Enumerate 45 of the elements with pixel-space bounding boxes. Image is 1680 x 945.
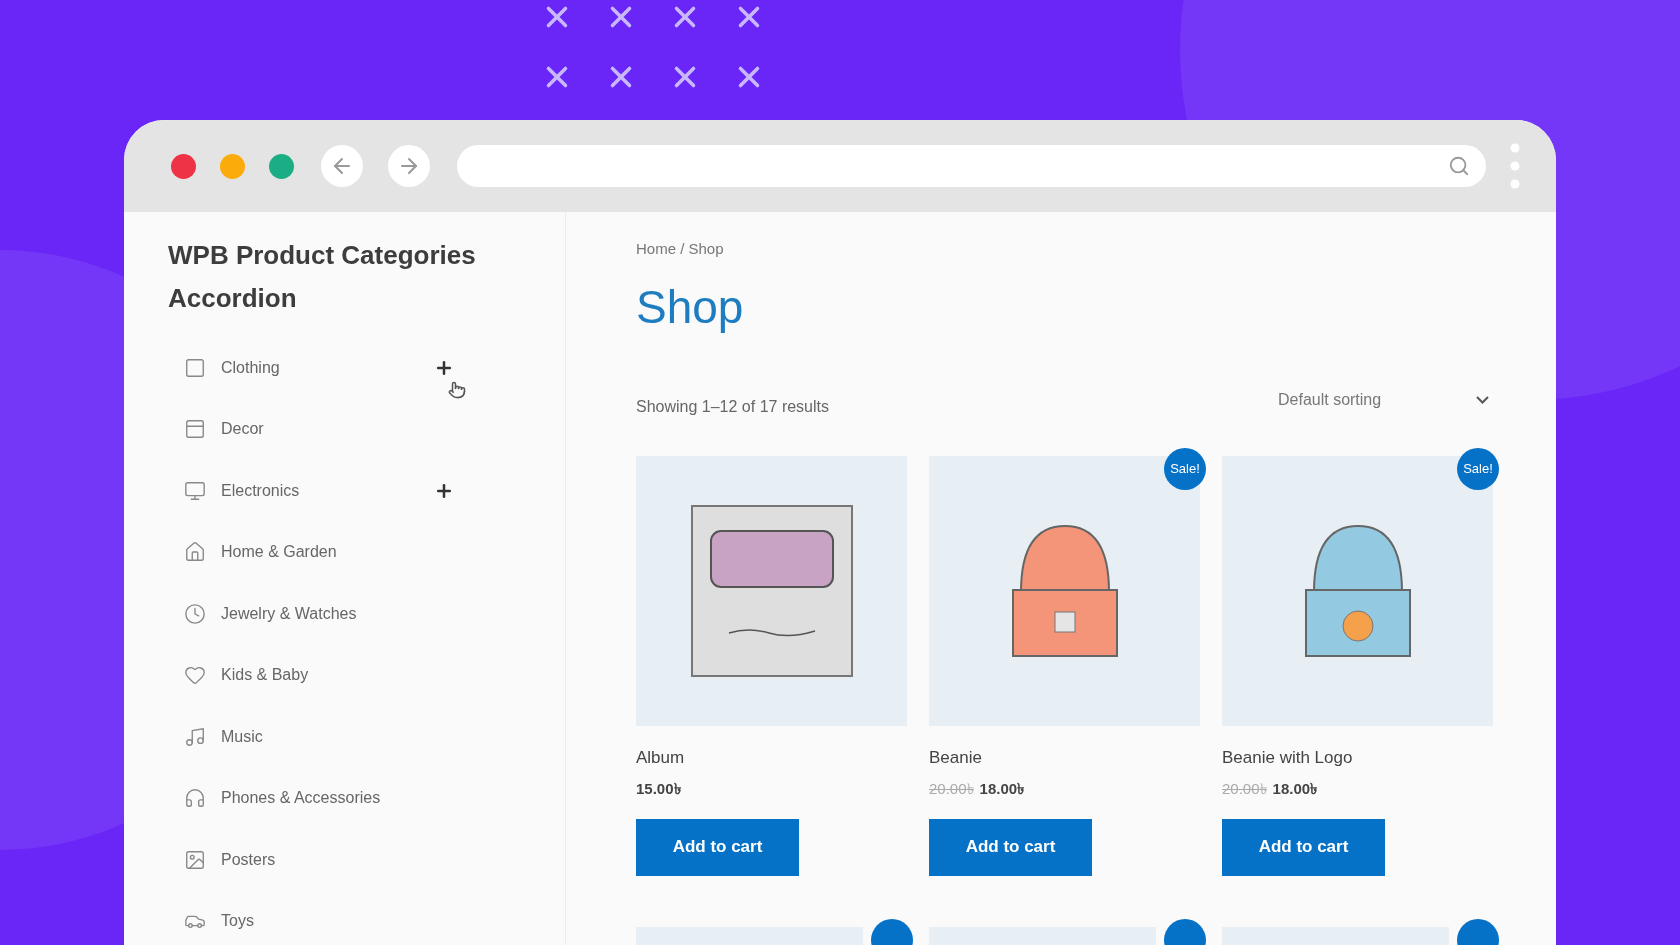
product-image[interactable] bbox=[636, 455, 907, 726]
regular-price: 20.00৳ bbox=[929, 779, 974, 799]
category-link[interactable]: Jewelry & Watches bbox=[221, 601, 357, 626]
category-link[interactable]: Decor bbox=[221, 417, 264, 442]
category-link[interactable]: Home & Garden bbox=[221, 540, 337, 565]
house-icon bbox=[184, 541, 206, 564]
forward-button[interactable] bbox=[388, 145, 430, 187]
sorting-dropdown[interactable]: Default sorting bbox=[1278, 387, 1493, 412]
category-link[interactable]: Electronics bbox=[221, 478, 300, 503]
hand-cursor-icon bbox=[448, 381, 466, 399]
product-name[interactable]: Beanie with Logo bbox=[1222, 744, 1493, 770]
heart-icon bbox=[184, 664, 206, 687]
product-image[interactable] bbox=[929, 455, 1200, 726]
picture-icon bbox=[184, 848, 206, 871]
cabinet-icon bbox=[184, 418, 206, 441]
category-link[interactable]: Posters bbox=[221, 847, 276, 872]
monitor-icon bbox=[184, 479, 206, 502]
category-link[interactable]: Clothing bbox=[221, 355, 280, 380]
result-count: Showing 1–12 of 17 results bbox=[636, 396, 829, 417]
sidebar-title: WPB Product Categories Accordion bbox=[168, 239, 477, 315]
headphones-icon bbox=[184, 787, 206, 810]
search-icon bbox=[1448, 155, 1470, 177]
price: 18.00৳ bbox=[979, 779, 1025, 799]
price: 18.00৳ bbox=[1272, 779, 1318, 799]
sale-badge: Sale! bbox=[1164, 447, 1206, 490]
breadcrumb: Home / Shop bbox=[636, 239, 725, 259]
music-note-icon bbox=[184, 725, 206, 748]
category-link[interactable]: Phones & Accessories bbox=[221, 786, 381, 811]
category-link[interactable]: Toys bbox=[221, 909, 254, 934]
back-button[interactable] bbox=[321, 145, 363, 187]
add-to-cart-button[interactable]: Add to cart bbox=[929, 818, 1092, 876]
chevron-down-icon bbox=[1476, 395, 1489, 404]
product-name[interactable]: Beanie bbox=[929, 744, 1200, 770]
square-icon bbox=[184, 356, 206, 379]
page-title: Shop bbox=[636, 279, 745, 335]
product-image[interactable] bbox=[1222, 455, 1493, 726]
clock-icon bbox=[184, 602, 206, 625]
regular-price: 20.00৳ bbox=[1222, 779, 1267, 799]
price: 15.00৳ bbox=[636, 779, 681, 799]
product-name[interactable]: Album bbox=[636, 744, 907, 770]
add-to-cart-button[interactable]: Add to cart bbox=[1222, 818, 1385, 876]
category-link[interactable]: Kids & Baby bbox=[221, 663, 309, 688]
category-link[interactable]: Music bbox=[221, 724, 263, 749]
sale-badge: Sale! bbox=[1457, 447, 1499, 490]
add-to-cart-button[interactable]: Add to cart bbox=[636, 818, 799, 876]
